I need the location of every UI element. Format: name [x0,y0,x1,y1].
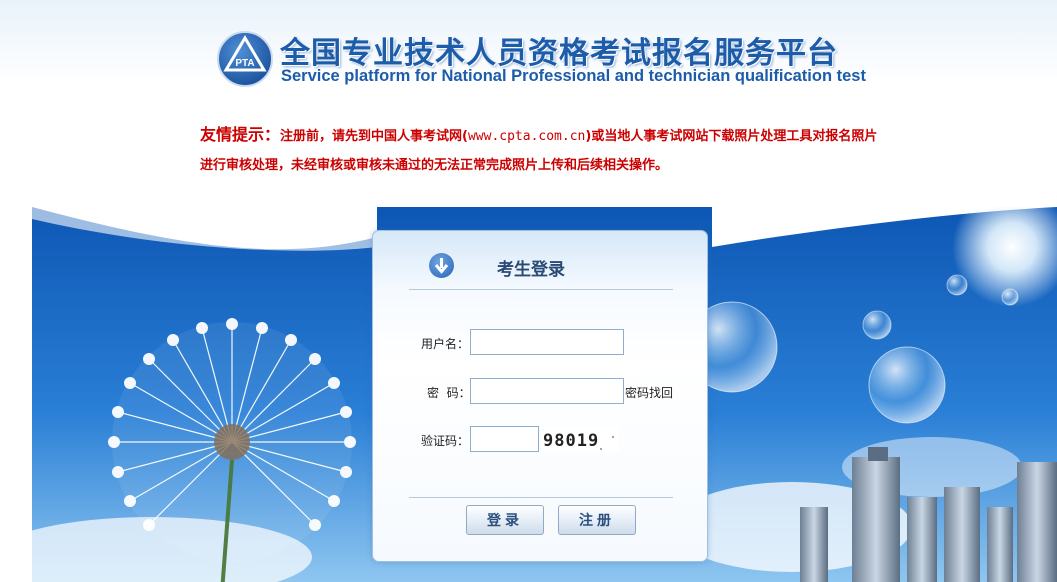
notice-url: www.cpta.com.cn [467,129,586,144]
username-input[interactable] [470,329,624,355]
notice-text: 注册前，请先到中国人事考试网( [280,129,468,144]
register-button[interactable]: 注册 [558,505,636,535]
username-label: 用户名： [421,337,470,351]
divider [409,497,673,498]
captcha-image[interactable]: 98019 [541,427,619,453]
divider [409,289,673,290]
forgot-password-link[interactable]: 密码找回 [625,384,673,401]
captcha-input[interactable] [470,426,539,452]
password-input[interactable] [470,378,624,404]
login-title: 考生登录 [497,260,565,280]
password-label: 密 码： [427,386,471,400]
site-header: PTA 全国专业技术人员资格考试报名服务平台 Service platform … [0,0,1057,120]
svg-text:PTA: PTA [235,58,254,69]
arrow-down-circle-icon [429,253,454,278]
captcha-label: 验证码： [421,434,470,448]
pta-logo: PTA [217,31,273,87]
site-title-en: Service platform for National Profession… [281,67,866,85]
login-button[interactable]: 登录 [466,505,544,535]
notice-block: 友情提示：注册前，请先到中国人事考试网(www.cpta.com.cn)或当地人… [200,120,890,180]
site-title-cn: 全国专业技术人员资格考试报名服务平台 [280,36,838,71]
notice-lead: 友情提示： [200,125,281,144]
login-panel: 考生登录 用户名： 密 码： 密码找回 验证码： 98019 登录 注册 [372,230,708,562]
captcha-text: 98019 [543,431,599,451]
